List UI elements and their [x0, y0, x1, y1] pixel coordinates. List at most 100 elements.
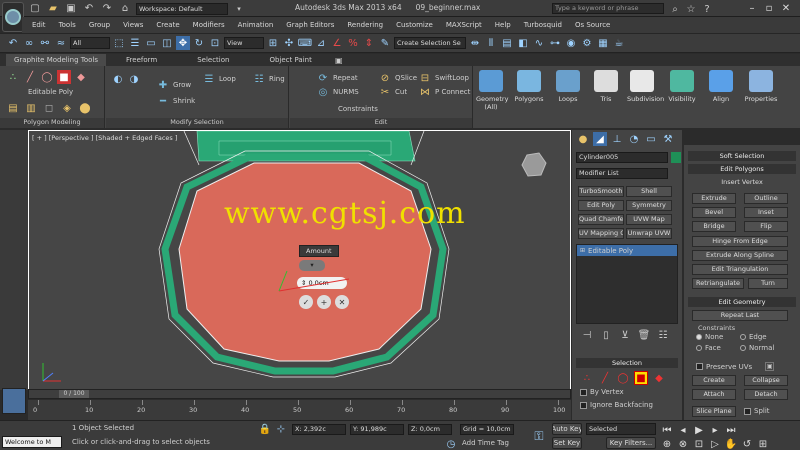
minimize-icon[interactable]: –	[745, 1, 759, 15]
schematic-view-icon[interactable]: ⊶	[548, 36, 562, 50]
p-connect-label[interactable]: P Connect	[435, 88, 470, 96]
unlink-icon[interactable]: ⚯	[38, 36, 52, 50]
prev-frame-icon[interactable]: ◂	[676, 423, 690, 437]
create-tab-icon[interactable]: ●	[576, 132, 590, 146]
bevel-button[interactable]: Bevel	[692, 207, 736, 218]
maximize-icon[interactable]: ▫	[762, 1, 776, 15]
mirror-icon[interactable]: ⇹	[468, 36, 482, 50]
subscription-icon[interactable]: ☆	[684, 2, 698, 16]
zoom-icon[interactable]: ⊕	[660, 437, 674, 450]
nurms-label[interactable]: NURMS	[333, 88, 359, 96]
sel-element-icon[interactable]: ◆	[652, 371, 666, 385]
modify-tab-icon[interactable]: ◢	[593, 132, 607, 146]
project-icon[interactable]: ⌂	[118, 2, 132, 16]
key-mode-dropdown[interactable]: Selected	[586, 423, 656, 435]
soft-selection-header[interactable]: Soft Selection	[688, 151, 796, 161]
snaps-toggle-icon[interactable]: ⊿	[314, 36, 328, 50]
repeat-label[interactable]: Repeat	[333, 74, 358, 82]
outline-button[interactable]: Outline	[744, 193, 788, 204]
layer-manager-icon[interactable]: ▤	[500, 36, 514, 50]
align-button[interactable]: Align	[706, 70, 736, 103]
subdivision-button[interactable]: Subdivision	[627, 70, 664, 103]
y-coordinate[interactable]: Y: 91,989с	[350, 424, 404, 435]
pivot-center-icon[interactable]: ⊞	[266, 36, 280, 50]
sel-edge-icon[interactable]: ╱	[598, 371, 612, 385]
app-logo[interactable]	[2, 2, 24, 32]
constraint-normal-radio[interactable]	[740, 345, 746, 351]
graphite-toggle-icon[interactable]: ◧	[516, 36, 530, 50]
tab-graphite-modeling[interactable]: Graphite Modeling Tools	[6, 54, 107, 66]
go-end-icon[interactable]: ⏭	[724, 423, 738, 437]
geometry-all-button[interactable]: Geometry (All)	[476, 70, 508, 111]
absolute-mode-icon[interactable]: ⊹	[274, 422, 288, 436]
uvw-map-button[interactable]: UVW Map	[626, 214, 672, 225]
swiftloop-label[interactable]: SwiftLoop	[435, 74, 469, 82]
rect-selection-icon[interactable]: ▭	[144, 36, 158, 50]
named-selection-dropdown[interactable]: Create Selection Se	[394, 37, 466, 49]
align-icon[interactable]: ⫴	[484, 36, 498, 50]
menu-turbosquid[interactable]: Turbosquid	[524, 21, 562, 29]
tab-object-paint[interactable]: Object Paint	[249, 56, 331, 64]
inset-button[interactable]: Inset	[744, 207, 788, 218]
viewcube-icon[interactable]	[519, 151, 549, 181]
x-coordinate[interactable]: X: 2,392с	[292, 424, 346, 435]
add-time-tag[interactable]: Add Time Tag	[462, 439, 509, 447]
p-connect-icon[interactable]: ⋈	[418, 85, 432, 99]
qslice-icon[interactable]: ⊘	[378, 71, 392, 85]
expand-icon[interactable]: ⊞	[580, 247, 585, 254]
select-scale-icon[interactable]: ⊡	[208, 36, 222, 50]
select-manipulate-icon[interactable]: ✣	[282, 36, 296, 50]
fov-icon[interactable]: ▷	[708, 437, 722, 450]
pin-stack-icon[interactable]: ⊣	[580, 328, 594, 342]
window-crossing-icon[interactable]: ◫	[160, 36, 174, 50]
go-start-icon[interactable]: ⏮	[660, 423, 674, 437]
next-frame-icon[interactable]: ▸	[708, 423, 722, 437]
sel-polygon-icon[interactable]: ■	[634, 371, 648, 385]
tab-freeform[interactable]: Freeform	[106, 56, 177, 64]
grow-icon[interactable]: ✚	[156, 78, 170, 92]
select-by-name-icon[interactable]: ☰	[128, 36, 142, 50]
time-slider[interactable]: 0 / 100	[28, 389, 571, 399]
object-name-field[interactable]: Cylinder005	[576, 152, 668, 163]
turbosmooth-button[interactable]: TurboSmooth	[578, 186, 624, 197]
select-object-icon[interactable]: ⬚	[112, 36, 126, 50]
polygons-button[interactable]: Polygons	[514, 70, 544, 103]
by-vertex-checkbox[interactable]	[580, 388, 587, 396]
transform-gizmo[interactable]	[269, 261, 359, 301]
set-key-icon[interactable]: ⚿	[532, 429, 546, 443]
polygon-icon[interactable]: ■	[57, 70, 71, 84]
shell-button[interactable]: Shell	[626, 186, 672, 197]
new-icon[interactable]: ▢	[28, 2, 42, 16]
help-icon[interactable]: ?	[700, 2, 714, 16]
ring-icon[interactable]: ☷	[252, 72, 266, 86]
ref-coord-dropdown[interactable]: View	[224, 37, 264, 49]
retriangulate-button[interactable]: Retriangulate	[692, 278, 744, 289]
select-rotate-icon[interactable]: ↻	[192, 36, 206, 50]
extrude-along-spline-button[interactable]: Extrude Along Spline	[692, 250, 788, 261]
edit-polygons-header[interactable]: Edit Polygons	[688, 164, 796, 174]
menu-group[interactable]: Group	[89, 21, 110, 29]
quad-chamfer-button[interactable]: Quad Chamfer	[578, 214, 624, 225]
symmetry-button[interactable]: Symmetry	[626, 200, 672, 211]
visibility-button[interactable]: Visibility	[667, 70, 697, 103]
swiftloop-icon[interactable]: ⊟	[418, 71, 432, 85]
utilities-tab-icon[interactable]: ⚒	[661, 132, 675, 146]
shrink-icon[interactable]: ━	[156, 94, 170, 108]
workspace-dropdown[interactable]: Workspace: Default	[136, 2, 228, 15]
menu-tools[interactable]: Tools	[59, 21, 76, 29]
auto-key-button[interactable]: Auto Key	[552, 423, 582, 435]
menu-views[interactable]: Views	[123, 21, 143, 29]
key-filters-button[interactable]: Key Filters...	[606, 437, 656, 449]
ignore-backfacing-checkbox[interactable]	[580, 401, 587, 409]
insert-vertex-button[interactable]: Insert Vertex	[706, 178, 778, 189]
grow-label[interactable]: Grow	[173, 81, 191, 89]
constraint-none-radio[interactable]	[696, 334, 702, 340]
configure-sets-icon[interactable]: ☷	[656, 328, 670, 342]
mini-curve-toggle[interactable]	[2, 388, 26, 414]
open-icon[interactable]: ▰	[46, 2, 60, 16]
sel-border-icon[interactable]: ◯	[616, 371, 630, 385]
collapse-stack-icon[interactable]: ⬤	[78, 101, 92, 115]
create-button[interactable]: Create	[692, 375, 736, 386]
preserve-uvs-checkbox[interactable]	[696, 363, 703, 370]
undo-icon[interactable]: ↶	[82, 2, 96, 16]
